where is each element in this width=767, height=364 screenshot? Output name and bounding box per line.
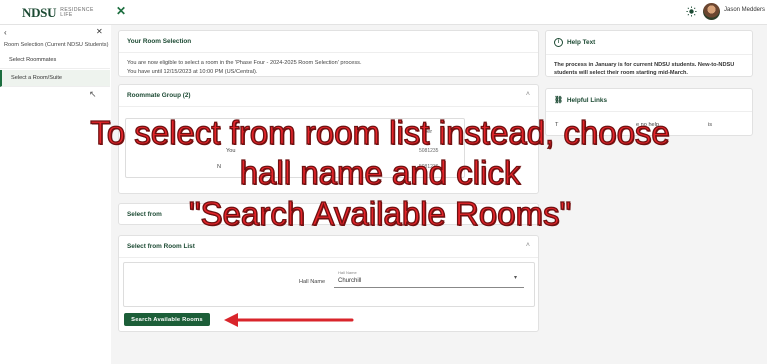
chevron-left-icon[interactable]: ‹: [4, 28, 7, 37]
sidebar-item-select-roommates[interactable]: Select Roommates: [0, 52, 110, 69]
card-title[interactable]: Roommate Group (2): [119, 85, 538, 107]
overlay-line-3: "Search Available Rooms": [188, 194, 572, 232]
logo-sub-line2: LIFE: [60, 12, 73, 18]
sidebar-item-select-room[interactable]: Select a Room/Suite: [0, 70, 110, 87]
annotation-arrow-icon: [224, 313, 354, 327]
dropdown-arrow-icon[interactable]: ▾: [514, 274, 517, 281]
chevron-up-icon[interactable]: ˄: [526, 91, 530, 98]
user-name[interactable]: Jason Medders: [724, 7, 765, 13]
mouse-cursor-icon: ↖: [89, 89, 97, 99]
help-text-card: i Help Text The process in January is fo…: [545, 30, 753, 77]
hall-name-label: Hall Name: [299, 279, 326, 285]
avatar[interactable]: [703, 3, 720, 20]
sidebar-item-label: Select a Room/Suite: [11, 75, 62, 81]
sidebar-item-label: Select Roommates: [9, 57, 57, 63]
card-title: Help Text: [567, 39, 596, 46]
eligibility-text: You are now eligible to select a room in…: [127, 60, 362, 66]
card-title[interactable]: Select from Room List: [119, 236, 538, 258]
card-body: You are now eligible to select a room in…: [119, 53, 538, 83]
logo-main-text: NDSU: [22, 5, 57, 20]
sun-icon[interactable]: [686, 6, 697, 17]
deadline-text: You have until 12/15/2023 at 10:00 PM (U…: [127, 69, 258, 75]
help-text-body: The process in January is for current ND…: [554, 62, 735, 76]
link-icon: ⛓: [554, 97, 563, 104]
overlay-line-2: hall name and click: [239, 153, 521, 191]
card-header: i Help Text: [546, 31, 752, 55]
hall-name-select[interactable]: [334, 268, 524, 288]
chevron-up-icon[interactable]: ˄: [526, 242, 530, 249]
hall-select-floating-label: Hall Name: [338, 270, 357, 275]
top-bar: NDSU RESIDENCE LIFE ✕ Jason Medders: [0, 0, 767, 25]
card-header: ⛓ Helpful Links: [546, 89, 752, 112]
your-room-selection-card: Your Room Selection You are now eligible…: [118, 30, 539, 77]
search-available-rooms-button[interactable]: Search Available Rooms: [124, 313, 210, 326]
hall-select-value: Churchill: [338, 278, 362, 284]
logo-sub-text: RESIDENCE LIFE: [60, 8, 94, 18]
overlay-line-1: To select from room list instead, choose: [90, 113, 671, 151]
info-icon: i: [554, 38, 563, 47]
card-title: Your Room Selection: [119, 31, 538, 53]
ndsu-logo[interactable]: NDSU RESIDENCE LIFE: [22, 5, 94, 21]
card-title: Helpful Links: [566, 96, 608, 104]
sidebar-section-title: Room Selection (Current NDSU Students): [4, 42, 109, 48]
close-icon[interactable]: ✕: [96, 27, 103, 36]
close-sidebar-icon[interactable]: ✕: [116, 4, 126, 18]
